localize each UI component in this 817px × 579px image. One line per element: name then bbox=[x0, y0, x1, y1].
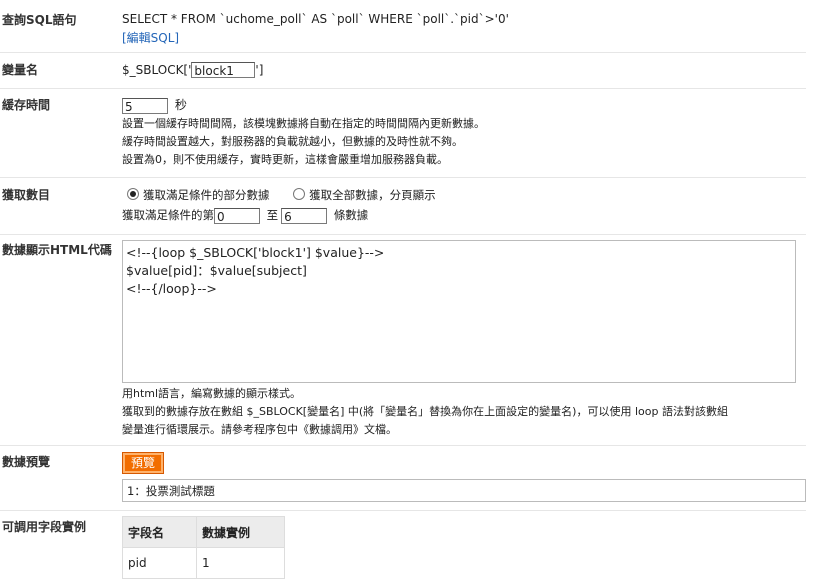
preview-row: 數據預覽 預覽 1：投票測試標題 bbox=[0, 445, 806, 511]
fields-header-example: 數據實例 bbox=[196, 516, 285, 548]
field-name-cell: pid bbox=[122, 547, 197, 579]
fetch-range-suffix: 條數據 bbox=[333, 208, 369, 222]
fields-header-name: 字段名 bbox=[122, 516, 197, 548]
sql-query-text: SELECT * FROM `uchome_poll` AS `poll` WH… bbox=[122, 12, 509, 26]
fetch-partial-label: 獲取滿足條件的部分數據 bbox=[143, 188, 270, 202]
variable-name-input[interactable]: block1 bbox=[191, 61, 256, 78]
cache-row: 緩存時間 5 秒 設置一個緩存時間間隔，該模塊數據將自動在指定的時間間隔內更新數… bbox=[0, 88, 806, 178]
fetch-range-mid: 至 bbox=[266, 208, 279, 222]
variable-label: 變量名 bbox=[2, 63, 39, 77]
cache-help-line: 設置一個緩存時間間隔，該模塊數據將自動在指定的時間間隔內更新數據。 bbox=[122, 116, 485, 130]
cache-help-line: 緩存時間設置越大，對服務器的負載就越小，但數據的及時性就不夠。 bbox=[122, 134, 463, 148]
variable-row: 變量名 $_SBLOCK[' block1 '] bbox=[0, 52, 806, 89]
fetch-partial-option[interactable]: 獲取滿足條件的部分數據 bbox=[127, 188, 273, 202]
template-help-line: 用html語言，編寫數據的顯示樣式。 bbox=[122, 387, 302, 400]
template-help-line: 獲取到的數據存放在數組 $_SBLOCK[變量名] 中(將「變量名」替換為你在上… bbox=[122, 405, 728, 418]
fetch-end-input[interactable]: 6 bbox=[281, 207, 328, 224]
fetch-all-option[interactable]: 獲取全部數據，分頁顯示 bbox=[293, 188, 436, 202]
sql-query-row: 查詢SQL語句 SELECT * FROM `uchome_poll` AS `… bbox=[0, 0, 806, 53]
sql-query-label: 查詢SQL語句 bbox=[2, 13, 77, 27]
template-help-line: 變量進行循環展示。請參考程序包中《數據調用》文檔。 bbox=[122, 423, 397, 436]
fetch-all-label: 獲取全部數據，分頁顯示 bbox=[309, 188, 436, 202]
fields-row: 可調用字段實例 字段名 數據實例 pid 1 bbox=[0, 510, 806, 579]
field-example-cell: 1 bbox=[196, 547, 285, 579]
fetch-range-prefix: 獲取滿足條件的第 bbox=[122, 208, 214, 222]
template-code-textarea[interactable]: <!--{loop $_SBLOCK['block1'] $value}--> … bbox=[122, 240, 796, 383]
table-row: pid 1 bbox=[122, 547, 285, 579]
fetch-start-input[interactable]: 0 bbox=[214, 207, 260, 224]
preview-result-box: 1：投票測試標題 bbox=[122, 479, 806, 502]
variable-prefix: $_SBLOCK[' bbox=[122, 63, 192, 77]
template-code-line: <!--{loop $_SBLOCK['block1'] $value}--> bbox=[126, 245, 385, 260]
fields-label: 可調用字段實例 bbox=[2, 520, 87, 534]
cache-time-input[interactable]: 5 bbox=[122, 97, 168, 114]
preview-result-text: 1：投票測試標題 bbox=[127, 484, 215, 498]
template-label: 數據顯示HTML代碼 bbox=[2, 243, 112, 257]
template-code-line: $value[pid]：$value[subject] bbox=[126, 263, 307, 278]
template-row: 數據顯示HTML代碼 <!--{loop $_SBLOCK['block1'] … bbox=[0, 234, 806, 446]
preview-label: 數據預覽 bbox=[2, 455, 51, 469]
fields-table: 字段名 數據實例 pid 1 bbox=[122, 516, 285, 579]
cache-help-line: 設置為0，則不使用緩存，實時更新，這樣會嚴重增加服務器負載。 bbox=[122, 152, 448, 166]
fetch-row: 獲取數目 獲取滿足條件的部分數據 獲取全部數據，分頁顯示 獲取滿足條件的第 0 至… bbox=[0, 177, 806, 235]
fetch-label: 獲取數目 bbox=[2, 188, 51, 202]
cache-label: 緩存時間 bbox=[2, 98, 51, 112]
edit-sql-link[interactable]: [編輯SQL] bbox=[122, 29, 509, 46]
preview-button[interactable]: 預覽 bbox=[122, 452, 165, 474]
template-code-line: <!--{/loop}--> bbox=[126, 281, 217, 296]
radio-selected-icon[interactable] bbox=[127, 188, 139, 200]
cache-unit: 秒 bbox=[174, 98, 187, 112]
radio-unselected-icon[interactable] bbox=[293, 188, 306, 200]
variable-suffix: '] bbox=[255, 63, 264, 77]
